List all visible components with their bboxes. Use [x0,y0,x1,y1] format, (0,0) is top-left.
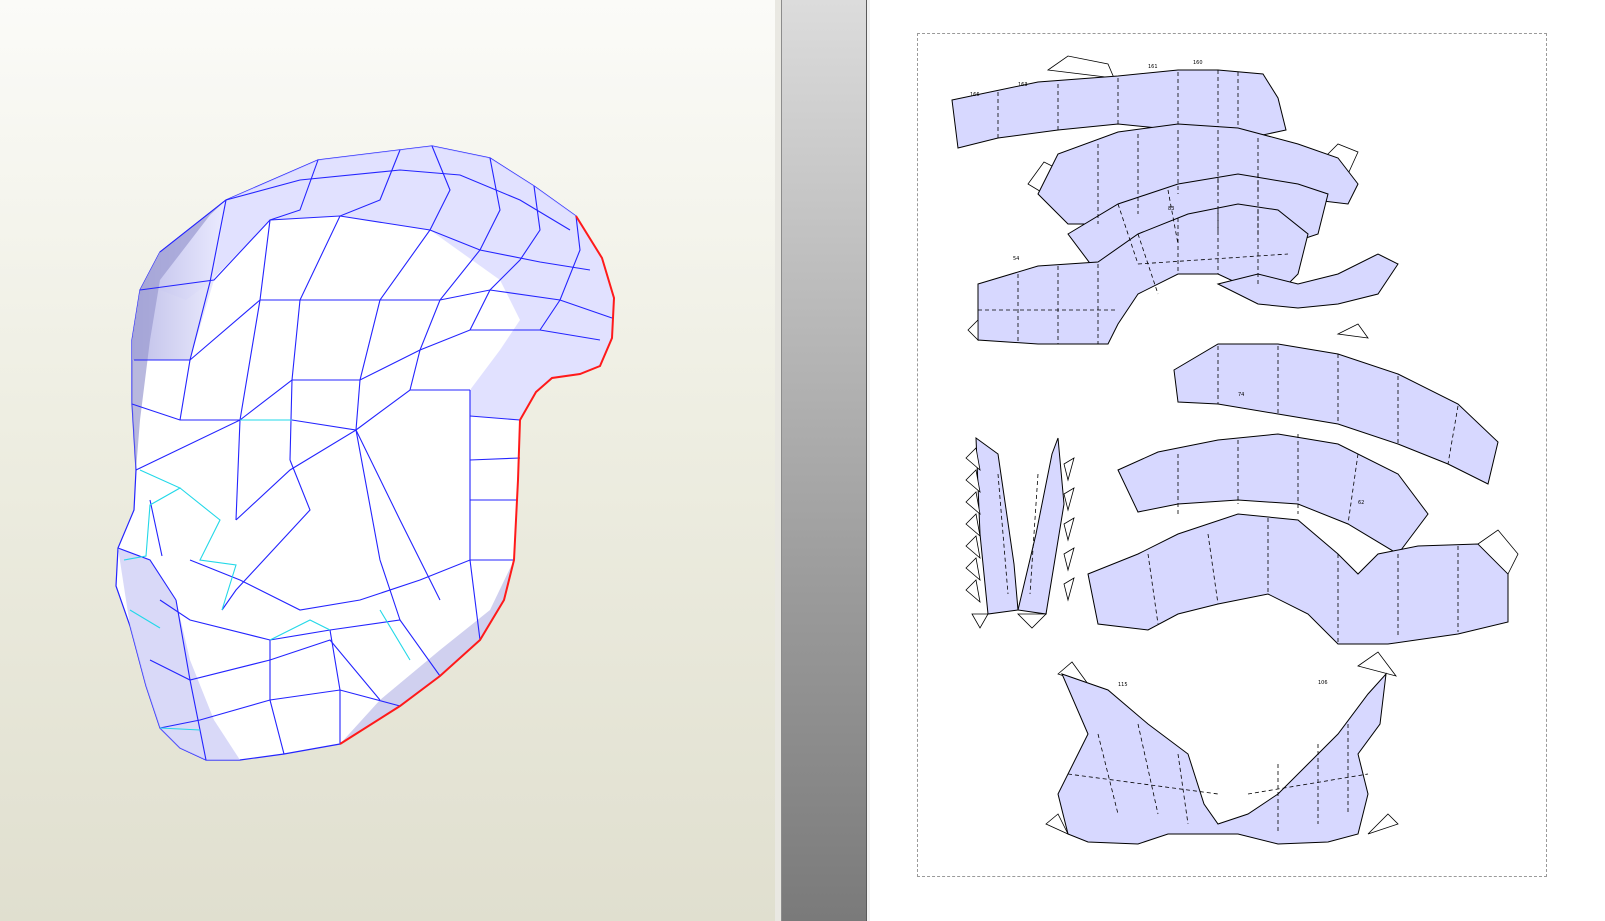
face-front-part[interactable]: 74 62 [1087,323,1519,645]
svg-text:160: 160 [1193,60,1203,66]
svg-text:163: 163 [1018,82,1028,88]
helmet-3d-model[interactable] [0,0,775,921]
3d-model-viewport[interactable] [0,0,775,921]
unfolded-pattern[interactable]: 166 163 161 160 54 83 7462 115 106 [918,34,1548,878]
svg-text:54: 54 [1013,256,1019,262]
pane-splitter[interactable] [781,0,867,921]
svg-text:166: 166 [970,92,980,98]
svg-text:83: 83 [1168,206,1174,212]
viewport-edge [867,0,870,921]
svg-text:62: 62 [1358,500,1364,506]
svg-text:74: 74 [1238,392,1244,398]
paper-sheet: 166 163 161 160 54 83 74 62 115 106 [917,33,1547,877]
2d-pattern-viewport[interactable]: 166 163 161 160 54 83 74 62 115 106 [867,0,1605,921]
jaw-part[interactable]: 115 106 [1045,651,1399,845]
svg-text:161: 161 [1148,64,1158,70]
spike-part[interactable] [965,436,1075,629]
temple-part[interactable]: 54 83 [967,123,1399,345]
svg-text:115: 115 [1118,682,1128,688]
svg-text:106: 106 [1318,680,1328,686]
